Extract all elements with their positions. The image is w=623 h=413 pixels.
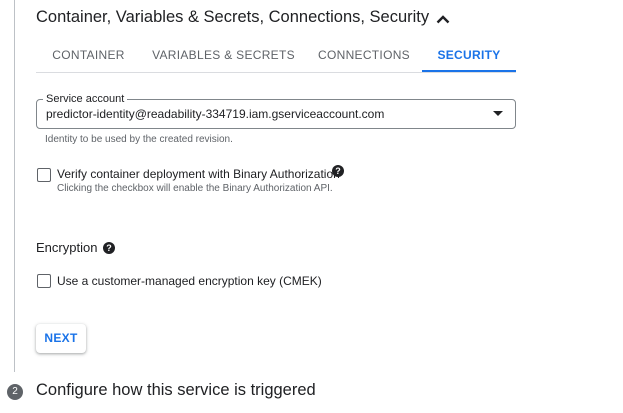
binary-auth-hint: Clicking the checkbox will enable the Bi… <box>57 183 333 194</box>
binary-auth-checkbox[interactable] <box>37 168 51 182</box>
cmek-checkbox[interactable] <box>37 274 51 288</box>
dropdown-arrow-icon <box>493 111 503 116</box>
tab-security[interactable]: SECURITY <box>422 40 516 72</box>
step-number-badge: 2 <box>7 384 23 400</box>
service-account-hint: Identity to be used by the created revis… <box>45 134 233 145</box>
cmek-label: Use a customer-managed encryption key (C… <box>57 274 322 288</box>
stepper-line <box>14 0 15 372</box>
help-icon[interactable]: ? <box>332 165 344 177</box>
tab-bar: CONTAINER VARIABLES & SECRETS CONNECTION… <box>36 40 516 73</box>
next-button[interactable]: NEXT <box>36 324 86 353</box>
next-step-title[interactable]: Configure how this service is triggered <box>36 381 316 400</box>
chevron-up-icon <box>436 15 450 24</box>
service-account-value: predictor-identity@readability-334719.ia… <box>46 107 385 121</box>
encryption-help-icon[interactable]: ? <box>103 242 115 254</box>
collapse-button[interactable] <box>433 9 453 29</box>
encryption-heading: Encryption <box>36 240 98 255</box>
page: Container, Variables & Secrets, Connecti… <box>0 0 623 413</box>
service-account-select[interactable]: Service account predictor-identity@reada… <box>36 92 516 129</box>
tab-variables-secrets[interactable]: VARIABLES & SECRETS <box>141 40 306 72</box>
tab-connections[interactable]: CONNECTIONS <box>306 40 422 72</box>
binary-auth-label: Verify container deployment with Binary … <box>57 167 340 181</box>
service-account-label: Service account <box>43 92 128 106</box>
section-title: Container, Variables & Secrets, Connecti… <box>36 8 430 26</box>
tab-container[interactable]: CONTAINER <box>36 40 141 72</box>
